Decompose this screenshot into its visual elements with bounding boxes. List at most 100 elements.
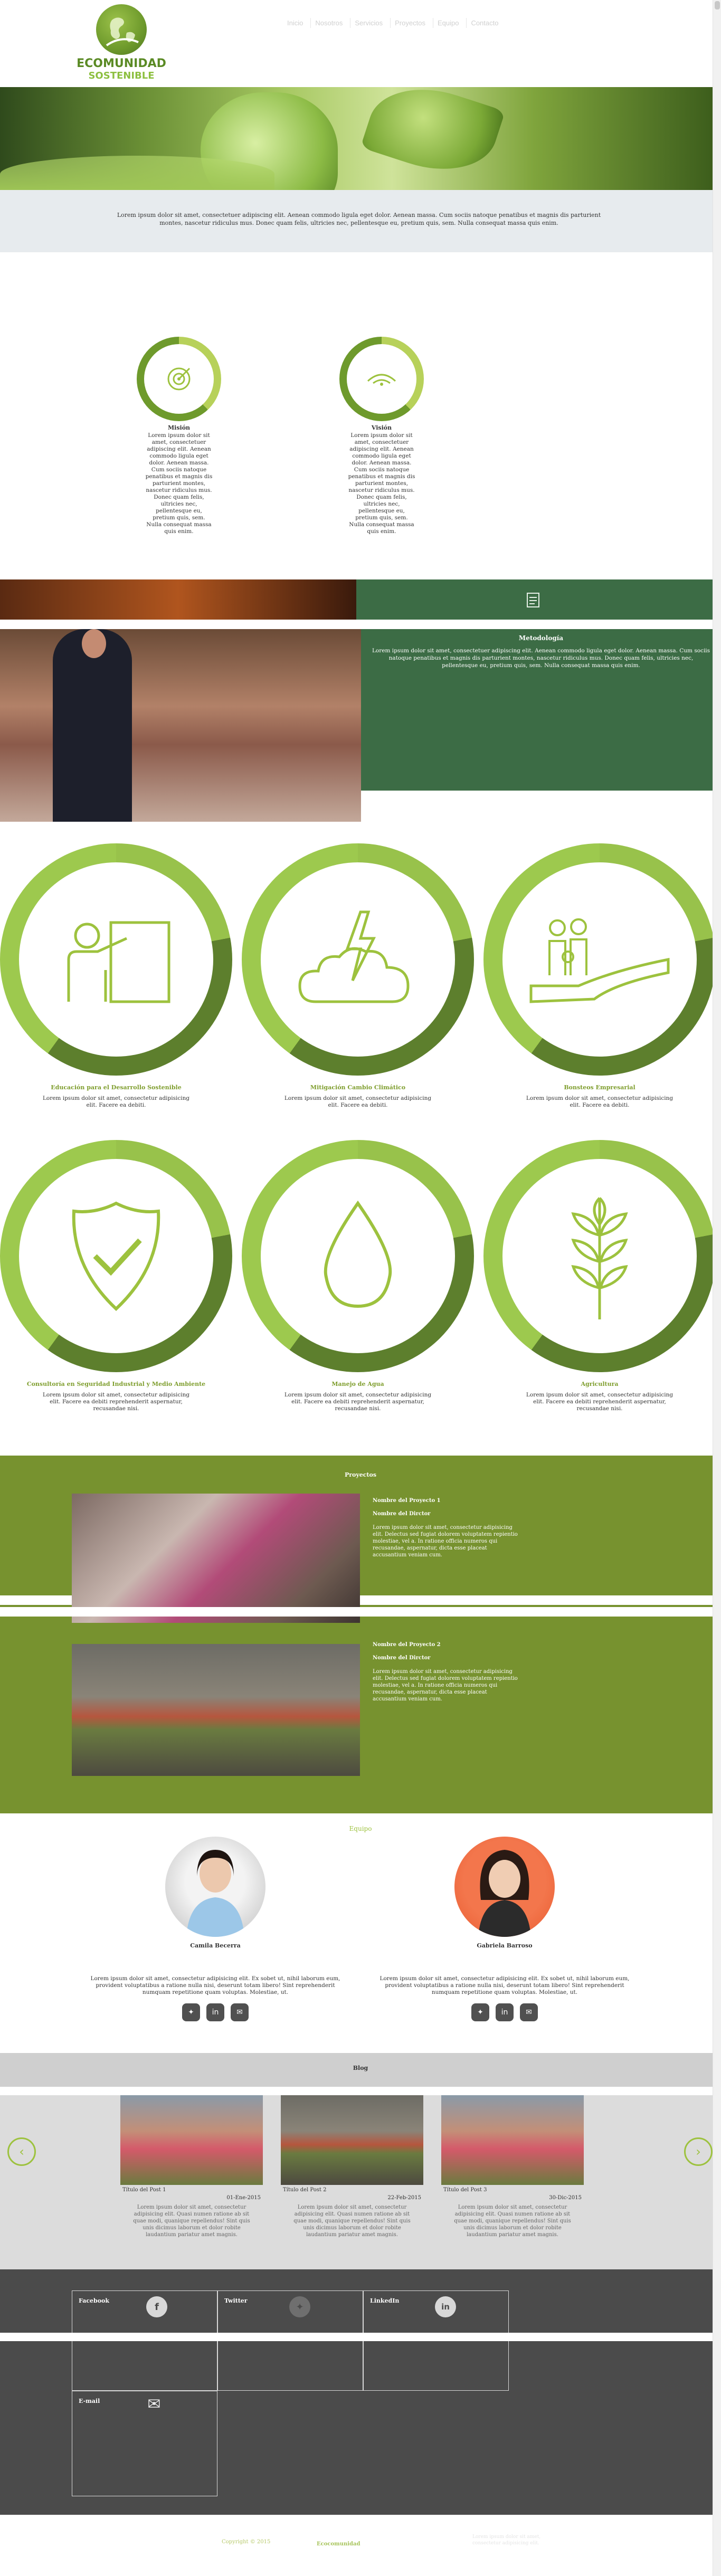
methodology-title: Metodología [518,634,564,642]
twitter-label: Twitter [224,2297,248,2304]
post-excerpt: Lorem ipsum dolor sit amet, consectetur … [293,2204,411,2238]
facebook-icon[interactable]: f [146,2296,167,2317]
member-name: Camila Becerra [190,1942,241,1949]
envelope-icon[interactable]: ✉ [144,2393,165,2415]
service-text: Lorem ipsum dolor sit amet, consectetur … [42,1095,190,1108]
post-date: 22-Feb-2015 [387,2195,421,2201]
service-text: Lorem ipsum dolor sit amet, consectetur … [284,1095,432,1108]
post-date: 01-Ene-2015 [226,2195,261,2201]
facebook-label: Facebook [79,2297,110,2304]
footer-text: Lorem ipsum dolor sit amet, consectetur … [472,2534,541,2546]
presentation-icon [0,843,232,1076]
post-title: Título del Post 3 [443,2187,487,2193]
nav-item-contacto[interactable]: Contacto [466,18,502,28]
methodology-panel: Metodología Lorem ipsum dolor sit amet, … [361,629,721,791]
team-title: Equipo [349,1825,372,1832]
mission-title: Misión [167,424,191,431]
wheat-icon [483,1140,716,1372]
post-excerpt: Lorem ipsum dolor sit amet, consectetur … [454,2204,571,2238]
globe-icon [96,4,147,55]
post-title: Título del Post 2 [283,2187,327,2193]
logo[interactable]: ECOMUNIDAD SOSTENIBLE [74,4,169,83]
service-title: Mitigación Cambio Climático [310,1084,406,1091]
avatar[interactable] [165,1837,265,1937]
target-icon [137,337,221,421]
project-text: Lorem ipsum dolor sit amet, consectetur … [373,1525,518,1558]
service-card[interactable]: Mitigación Cambio Climático Lorem ipsum … [242,843,474,1109]
post-image[interactable] [281,2095,423,2185]
vision-ring [339,337,424,421]
intro-text: Lorem ipsum dolor sit amet, consectetuer… [117,212,601,226]
email-box[interactable]: E-mail ✉ [72,2391,217,2496]
email-icon[interactable]: ✉ [520,2003,538,2021]
water-drop-icon [242,1140,474,1372]
notepad-icon [524,591,542,609]
project-image[interactable] [72,1494,360,1623]
blog-post[interactable]: Título del Post 2 22-Feb-2015 Lorem ipsu… [281,2095,423,2238]
service-text: Lorem ipsum dolor sit amet, consectetur … [42,1392,190,1412]
service-ring [483,843,716,1076]
service-ring [0,843,232,1076]
blog-title: Blog [353,2065,368,2071]
avatar[interactable] [454,1837,555,1937]
project-owner: Nombre del Dirctor [373,1511,431,1517]
linkedin-icon[interactable]: in [435,2296,456,2317]
vision-title: Visión [371,424,392,431]
divider [0,1607,721,1617]
service-ring [483,1140,716,1372]
linkedin-label: LinkedIn [370,2297,400,2304]
carousel-next-button[interactable]: › [684,2137,713,2166]
speaker-head [82,629,106,658]
member-bio: Lorem ipsum dolor sit amet, consectetur … [90,1975,340,1995]
email-icon[interactable]: ✉ [231,2003,249,2021]
project-name: Nombre del Proyecto 2 [373,1642,441,1648]
post-image[interactable] [120,2095,263,2185]
service-card[interactable]: Consultoría en Seguridad Industrial y Me… [0,1140,232,1412]
copyright: Copyright © 2015 [222,2539,271,2545]
service-title: Consultoría en Seguridad Industrial y Me… [26,1381,206,1387]
mission-ring [137,337,221,421]
blog-post[interactable]: Título del Post 3 30-Dic-2015 Lorem ipsu… [441,2095,584,2238]
nav-item-nosotros[interactable]: Nosotros [310,18,347,28]
project-image[interactable] [72,1644,360,1776]
scrollbar-thumb[interactable] [715,1,720,9]
service-card[interactable]: Educación para el Desarrollo Sostenible … [0,843,232,1109]
member-name: Gabriela Barroso [477,1942,533,1949]
nav-item-equipo[interactable]: Equipo [432,18,463,28]
hand-family-icon [483,843,716,1076]
post-image[interactable] [441,2095,584,2185]
service-card[interactable]: Manejo de Agua Lorem ipsum dolor sit ame… [242,1140,474,1412]
service-title: Bonsteos Empresarial [564,1084,635,1091]
footer-brand[interactable]: Ecocomunidad [317,2541,360,2547]
divider [0,2333,721,2341]
hero-banner-image [0,87,713,190]
twitter-icon[interactable]: ✦ [289,2296,310,2317]
twitter-icon[interactable]: ✦ [182,2003,200,2021]
social-links: ✦ in ✉ [73,2003,358,2021]
mission-text: Lorem ipsum dolor sit amet, consectetuer… [145,432,213,535]
blog-post[interactable]: Título del Post 1 01-Ene-2015 Lorem ipsu… [120,2095,263,2238]
post-title: Título del Post 1 [122,2187,166,2193]
project-name: Nombre del Proyecto 1 [373,1498,441,1504]
service-ring [0,1140,232,1372]
intro-section: Lorem ipsum dolor sit amet, consectetuer… [0,190,721,252]
service-card[interactable]: Bonsteos Empresarial Lorem ipsum dolor s… [483,843,716,1109]
post-date: 30-Dic-2015 [549,2195,582,2201]
carousel-prev-button[interactable]: ‹ [7,2137,36,2166]
service-ring [242,1140,474,1372]
nav-item-inicio[interactable]: Inicio [283,18,307,28]
twitter-icon[interactable]: ✦ [471,2003,489,2021]
blog-carousel: ‹ › Título del Post 1 01-Ene-2015 Lorem … [0,2095,721,2269]
team-member: Camila Becerra Lorem ipsum dolor sit ame… [73,1837,358,2021]
project-owner: Nombre del Dirctor [373,1655,431,1661]
conference-banner-image [0,579,356,620]
linkedin-icon[interactable]: in [496,2003,514,2021]
service-text: Lorem ipsum dolor sit amet, consectetur … [526,1095,673,1108]
vision-text: Lorem ipsum dolor sit amet, consectetuer… [348,432,415,535]
blog-header-band: Blog [0,2053,721,2087]
nav-item-proyectos[interactable]: Proyectos [390,18,430,28]
service-card[interactable]: Agricultura Lorem ipsum dolor sit amet, … [483,1140,716,1412]
nav-item-servicios[interactable]: Servicios [350,18,387,28]
service-title: Agricultura [581,1381,619,1387]
linkedin-icon[interactable]: in [206,2003,224,2021]
